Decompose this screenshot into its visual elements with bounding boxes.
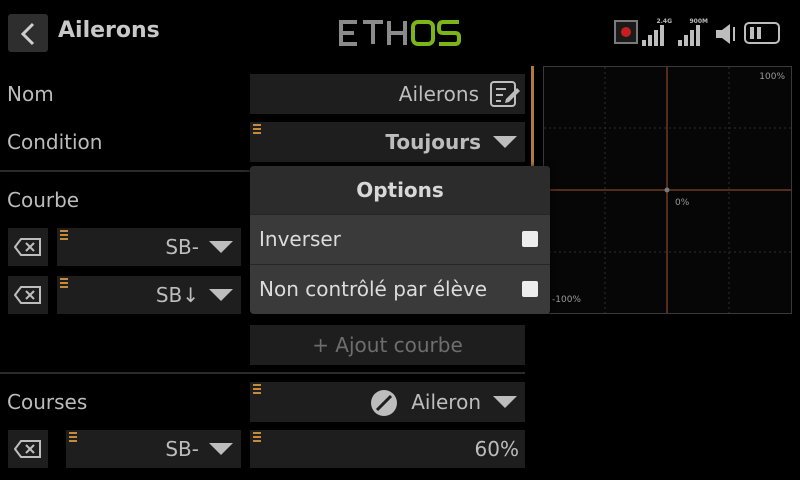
delete-curve-button[interactable]: [8, 276, 48, 314]
curve-source-value: SB-: [165, 235, 199, 259]
page-title: Ailerons: [58, 18, 160, 43]
record-icon[interactable]: [614, 20, 638, 44]
menu-icon: [253, 382, 261, 394]
delete-icon: [14, 440, 41, 458]
curve-source-select[interactable]: SB↓: [57, 276, 241, 314]
chevron-down-icon: [209, 443, 233, 455]
menu-icon: [253, 122, 261, 134]
delete-icon: [14, 286, 41, 304]
signal-2g4-label: 2.4G: [656, 18, 672, 25]
course-value-field[interactable]: 60%: [250, 430, 525, 468]
chevron-left-icon: [20, 22, 35, 46]
chevron-down-icon: [209, 289, 233, 301]
curve-label: Courbe: [7, 188, 80, 212]
option-invert[interactable]: Inverser: [250, 214, 550, 263]
course-value: 60%: [474, 437, 519, 461]
course-source-select[interactable]: SB-: [66, 430, 241, 468]
signal-2g4-icon: 2.4G: [642, 18, 672, 48]
graph-top-label: 100%: [759, 72, 785, 82]
option-trainer-checkbox[interactable]: [522, 281, 538, 297]
name-value: Ailerons: [398, 82, 479, 106]
menu-icon: [69, 430, 77, 442]
menu-icon: [60, 228, 68, 240]
edit-icon: [490, 81, 520, 107]
course-source-value: SB-: [165, 437, 199, 461]
curve-graph: 100% 0% -100%: [543, 66, 792, 314]
curve-source-select[interactable]: SB-: [57, 228, 241, 266]
option-trainer[interactable]: Non contrôlé par élève: [250, 264, 550, 313]
signal-900m-label: 900M: [689, 18, 709, 25]
name-field[interactable]: Ailerons: [250, 74, 525, 114]
courses-source-value: Aileron: [411, 390, 481, 414]
ethos-logo: [337, 18, 463, 52]
delete-course-button[interactable]: [8, 430, 48, 468]
delete-curve-button[interactable]: [8, 228, 48, 266]
menu-icon: [60, 276, 68, 288]
condition-select[interactable]: Toujours: [250, 122, 525, 162]
chevron-down-icon: [209, 241, 233, 253]
speaker-icon[interactable]: [716, 24, 740, 44]
add-curve-label: + Ajout courbe: [312, 333, 463, 357]
name-label: Nom: [7, 82, 54, 106]
signal-900m-icon: 900M: [678, 18, 708, 48]
graph-center-point: [664, 187, 670, 193]
curve-source-value: SB↓: [155, 283, 199, 307]
stick-source-icon: [371, 390, 397, 416]
condition-label: Condition: [7, 130, 103, 154]
option-trainer-label: Non contrôlé par élève: [259, 277, 488, 301]
battery-icon: [744, 22, 780, 44]
graph-bottom-label: -100%: [552, 295, 581, 305]
option-invert-label: Inverser: [259, 227, 341, 251]
back-button[interactable]: [8, 14, 48, 52]
delete-icon: [14, 238, 41, 256]
courses-source-select[interactable]: Aileron: [250, 382, 525, 422]
menu-icon: [253, 430, 261, 442]
courses-label: Courses: [7, 390, 88, 414]
graph-grid: [544, 67, 791, 313]
chevron-down-icon: [493, 136, 517, 148]
divider: [0, 372, 525, 374]
add-curve-button[interactable]: + Ajout courbe: [250, 325, 525, 365]
option-invert-checkbox[interactable]: [522, 231, 538, 247]
graph-center-label: 0%: [675, 198, 690, 208]
condition-value: Toujours: [385, 130, 481, 154]
header-bar: Ailerons 2.4G 900M: [0, 0, 800, 60]
chevron-down-icon: [493, 396, 517, 408]
options-popup: Options Inverser Non contrôlé par élève: [250, 166, 550, 314]
popup-title: Options: [250, 166, 550, 214]
